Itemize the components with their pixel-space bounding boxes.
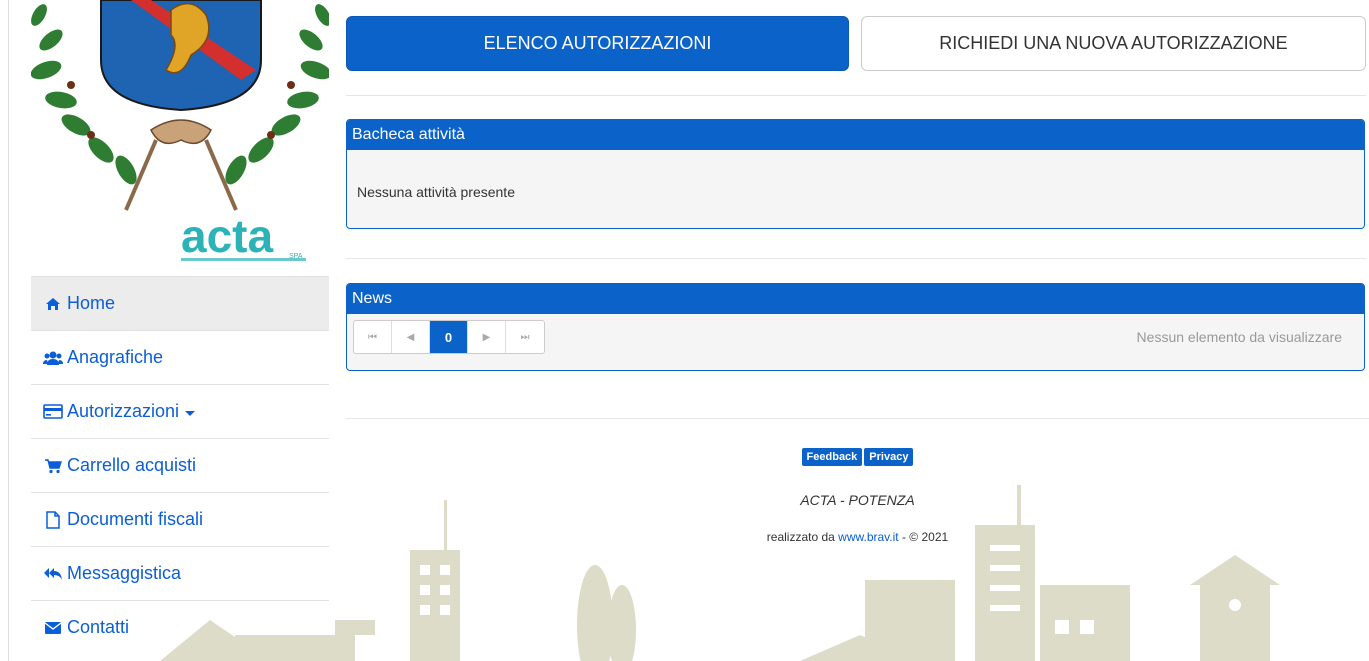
credits-suffix: - © 2021 bbox=[898, 530, 949, 544]
prev-page-button[interactable]: ◀ bbox=[392, 321, 430, 353]
footer-org: ACTA - POTENZA bbox=[800, 492, 915, 508]
next-page-button[interactable]: ▶ bbox=[468, 321, 506, 353]
sidebar-item-home[interactable]: Home bbox=[31, 276, 329, 330]
users-icon bbox=[43, 349, 63, 367]
sidebar-item-label: Anagrafiche bbox=[67, 347, 164, 367]
privacy-link[interactable]: Privacy bbox=[864, 448, 914, 466]
footer-credits: realizzato da www.brav.it - © 2021 bbox=[346, 530, 1369, 544]
credit-card-icon bbox=[43, 403, 63, 421]
divider bbox=[346, 258, 1366, 259]
footer-links: Feedback Privacy bbox=[346, 447, 1369, 466]
richiedi-autorizzazione-button[interactable]: RICHIEDI UNA NUOVA AUTORIZZAZIONE bbox=[861, 16, 1366, 71]
reply-all-icon bbox=[43, 565, 63, 583]
credits-prefix: realizzato da bbox=[766, 530, 839, 544]
logo-text: acta bbox=[181, 210, 273, 262]
news-panel-title: News bbox=[347, 284, 1364, 314]
last-page-button[interactable]: ⏭ bbox=[506, 321, 544, 353]
first-page-button[interactable]: ⏮ bbox=[354, 321, 392, 353]
sidebar-item-anagrafiche[interactable]: Anagrafiche bbox=[31, 330, 329, 384]
coat-of-arms-logo: acta SPA bbox=[31, 0, 329, 262]
sidebar-item-autorizzazioni[interactable]: Autorizzazioni bbox=[31, 384, 329, 438]
news-panel-body: ⏮ ◀ 0 ▶ ⏭ Nessun elemento da visualizzar… bbox=[347, 314, 1364, 370]
news-pager: ⏮ ◀ 0 ▶ ⏭ bbox=[353, 320, 545, 354]
sidebar-item-label: Home bbox=[67, 293, 116, 313]
cart-icon bbox=[43, 457, 63, 475]
news-empty-message: Nessun elemento da visualizzare bbox=[1136, 329, 1342, 345]
divider bbox=[346, 418, 1369, 419]
current-page-button[interactable]: 0 bbox=[430, 321, 468, 353]
activity-panel-title: Bacheca attività bbox=[347, 120, 1364, 150]
document-icon bbox=[43, 510, 63, 529]
brav-link[interactable]: www.brav.it bbox=[838, 530, 898, 544]
chevron-down-icon bbox=[185, 410, 196, 416]
news-panel: News ⏮ ◀ 0 ▶ ⏭ Nessun elemento da visual… bbox=[346, 283, 1365, 371]
elenco-autorizzazioni-button[interactable]: ELENCO AUTORIZZAZIONI bbox=[346, 16, 849, 71]
home-icon bbox=[43, 295, 63, 313]
activity-panel: Bacheca attività Nessuna attività presen… bbox=[346, 119, 1365, 229]
window-left-border bbox=[8, 0, 9, 661]
envelope-icon bbox=[43, 619, 63, 637]
sidebar-item-label: Autorizzazioni bbox=[67, 401, 180, 421]
divider bbox=[346, 95, 1366, 96]
logo-area: acta SPA bbox=[31, 0, 329, 276]
feedback-link[interactable]: Feedback bbox=[801, 448, 863, 466]
sidebar-item-label: Contatti bbox=[67, 617, 130, 637]
activity-empty-message: Nessuna attività presente bbox=[357, 184, 515, 200]
